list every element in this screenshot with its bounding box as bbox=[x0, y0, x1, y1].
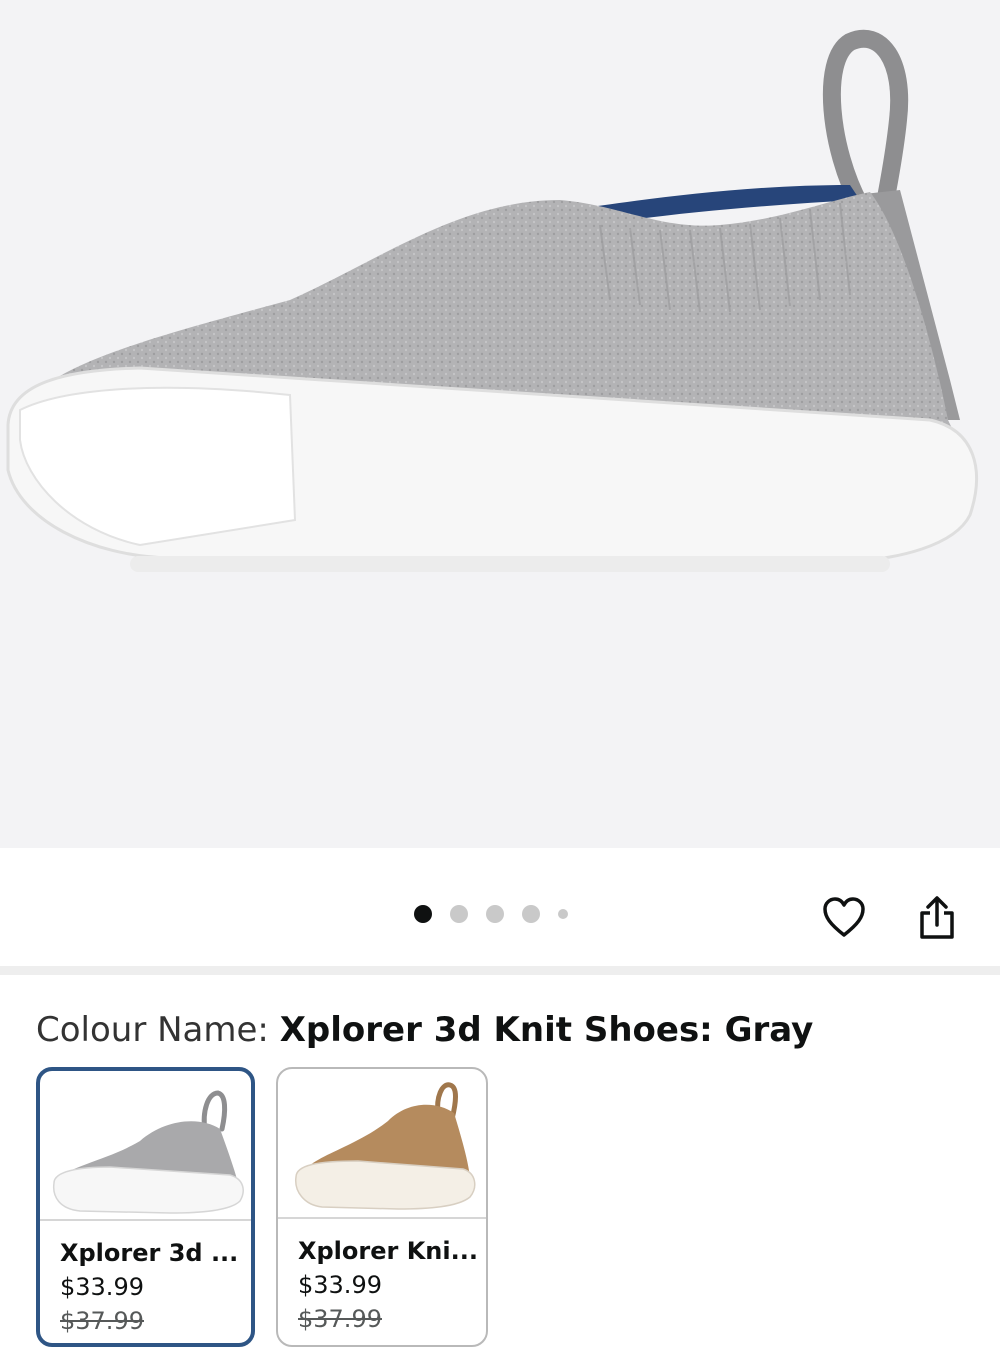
swatch-list-price: $37.99 bbox=[298, 1305, 382, 1333]
image-pager-dots[interactable] bbox=[414, 905, 568, 923]
pager-dot-2[interactable] bbox=[450, 905, 468, 923]
share-button[interactable] bbox=[913, 893, 961, 943]
pager-dot-1[interactable] bbox=[414, 905, 432, 923]
swatch-price: $33.99 bbox=[60, 1273, 144, 1301]
favorite-button[interactable] bbox=[820, 893, 868, 943]
colour-swatch-tan[interactable]: Xplorer Kni... $33.99 $37.99 bbox=[276, 1067, 488, 1347]
colour-name-value: Xplorer 3d Knit Shoes: Gray bbox=[279, 1010, 814, 1050]
product-image[interactable] bbox=[0, 0, 1000, 848]
swatch-separator bbox=[40, 1219, 251, 1221]
swatch-list-price: $37.99 bbox=[60, 1307, 144, 1335]
pager-dot-4[interactable] bbox=[522, 905, 540, 923]
swatch-separator bbox=[278, 1217, 486, 1219]
section-divider bbox=[0, 966, 1000, 975]
swatch-price: $33.99 bbox=[298, 1271, 382, 1299]
pager-dot-5[interactable] bbox=[558, 909, 568, 919]
swatch-name: Xplorer Kni... bbox=[298, 1237, 478, 1265]
shoe-illustration bbox=[6, 29, 978, 572]
colour-name-label: Colour Name: bbox=[36, 1010, 280, 1050]
swatch-thumbnail bbox=[40, 1071, 251, 1219]
colour-swatch-gray[interactable]: Xplorer 3d ... $33.99 $37.99 bbox=[36, 1067, 255, 1347]
swatch-name: Xplorer 3d ... bbox=[60, 1239, 239, 1267]
share-icon bbox=[920, 896, 954, 939]
swatch-thumbnail bbox=[278, 1069, 486, 1217]
colour-name-heading: Colour Name: Xplorer 3d Knit Shoes: Gray bbox=[36, 1010, 813, 1050]
pager-dot-3[interactable] bbox=[486, 905, 504, 923]
heart-icon bbox=[823, 897, 865, 937]
